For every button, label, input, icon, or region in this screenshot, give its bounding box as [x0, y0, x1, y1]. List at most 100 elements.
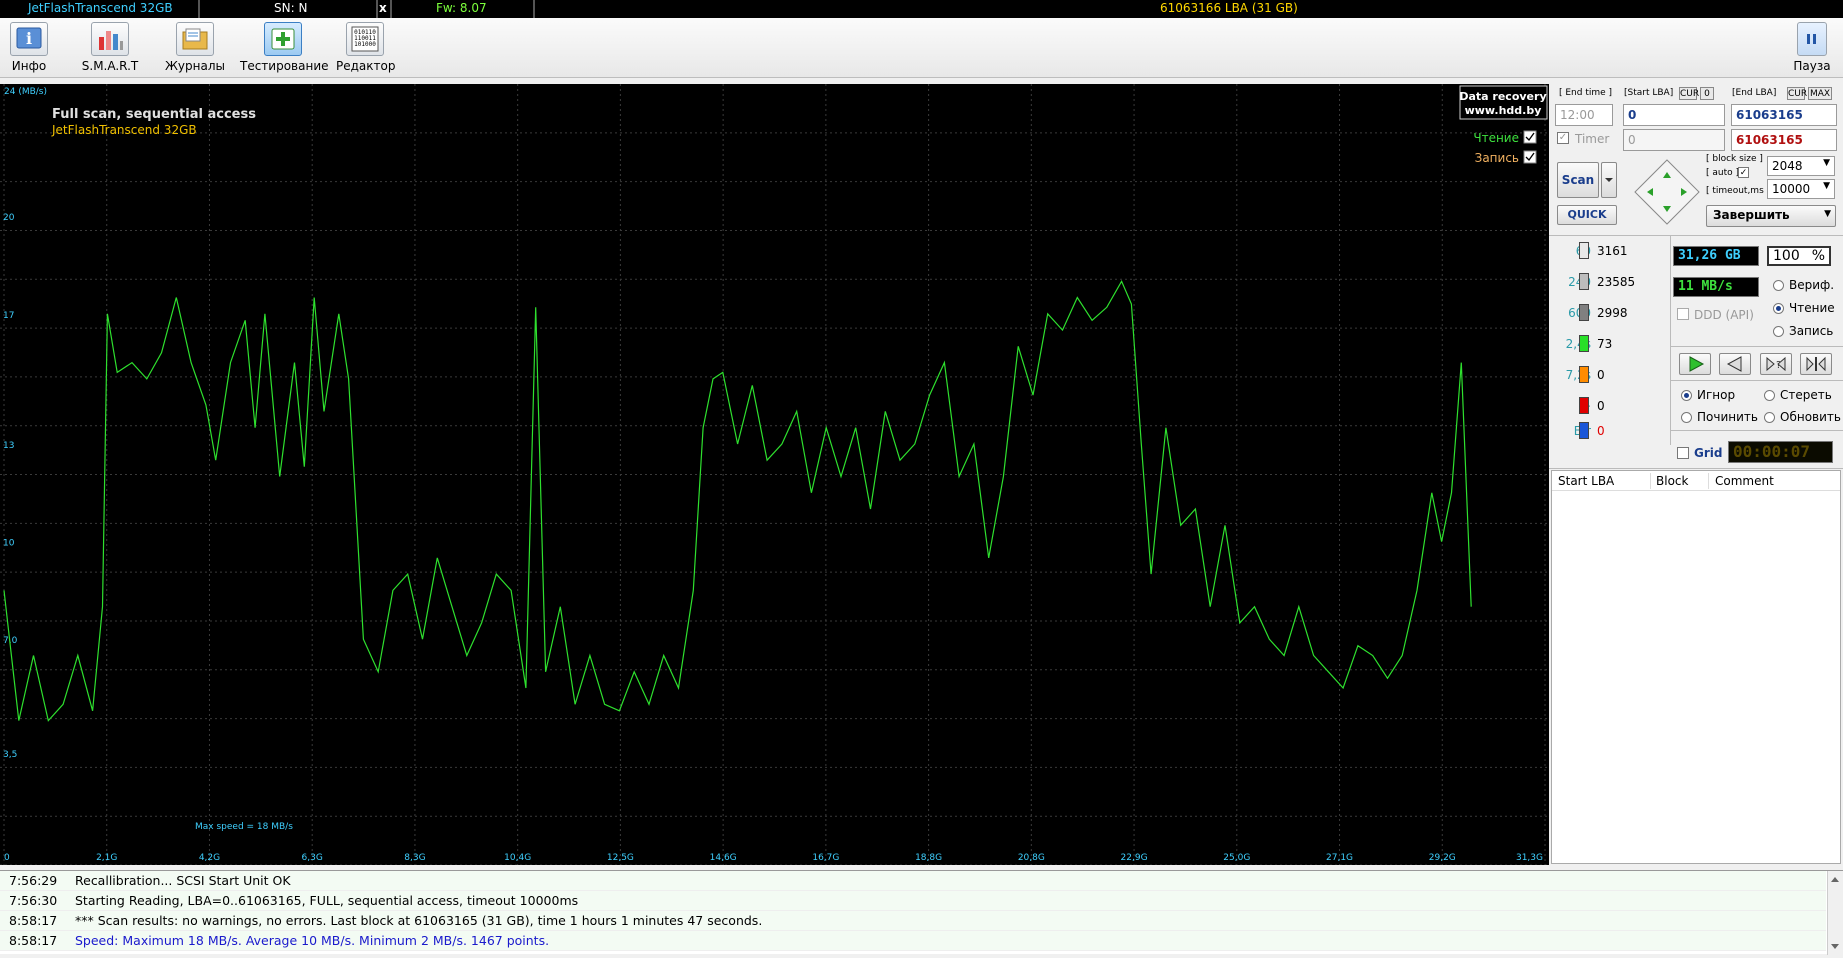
repair-label: Починить: [1697, 410, 1758, 424]
x-tick-label: 25,0G: [1223, 853, 1250, 863]
logs-folder-icon: [176, 22, 214, 56]
refresh-label: Обновить: [1780, 410, 1841, 424]
y-tick-label: 13: [3, 441, 14, 451]
ddd-api-checkbox[interactable]: [1677, 308, 1689, 320]
end-lba-max-button[interactable]: MAX: [1808, 87, 1832, 100]
end-lba-current: 61063165: [1731, 129, 1837, 151]
timer-input[interactable]: 0: [1623, 129, 1725, 151]
mode-verify-radio[interactable]: [1773, 280, 1784, 291]
info-button[interactable]: i Инфо: [5, 22, 53, 76]
col-comment[interactable]: Comment: [1715, 474, 1774, 488]
start-lba-input[interactable]: 0: [1623, 104, 1725, 126]
stat-count: 23585: [1597, 275, 1636, 289]
x-tick-label: 20,8G: [1018, 853, 1045, 863]
direction-pad[interactable]: [1633, 158, 1701, 226]
stat-row: 24023585: [1549, 271, 1669, 293]
end-lba-value: 61063165: [1736, 108, 1803, 122]
stat-row: 603161: [1549, 240, 1669, 262]
percent-display: 100%: [1767, 246, 1831, 266]
end-lba-input[interactable]: 61063165: [1731, 104, 1837, 126]
timeout-label: [ timeout,ms ]: [1706, 186, 1771, 196]
graph-title: Full scan, sequential access: [52, 107, 256, 122]
col-start-lba[interactable]: Start LBA: [1558, 474, 1614, 488]
refresh-radio[interactable]: [1764, 412, 1775, 423]
firmware-version: Fw: 8.07: [436, 1, 487, 15]
x-tick-label: 18,8G: [915, 853, 942, 863]
svg-text:101000: 101000: [354, 41, 376, 48]
close-x[interactable]: x: [379, 1, 387, 15]
log-entry: 7:56:29 Recallibration... SCSI Start Unit…: [0, 871, 1826, 891]
log-scrollbar[interactable]: [1827, 871, 1843, 955]
auto-checkbox[interactable]: ✓: [1738, 167, 1749, 178]
smart-button[interactable]: S.M.A.R.T: [80, 22, 140, 76]
chevron-down-icon: ▼: [1823, 158, 1830, 168]
x-tick-label: 12,5G: [607, 853, 634, 863]
scan-dropdown-button[interactable]: [1601, 162, 1617, 198]
ignore-radio[interactable]: [1681, 390, 1692, 401]
x-tick-label: 4,2G: [199, 853, 220, 863]
start-lba-cur-button[interactable]: CUR: [1679, 87, 1699, 100]
logs-label: Журналы: [165, 59, 225, 73]
x-tick-label: 10,4G: [504, 853, 531, 863]
y-tick-label: 20: [3, 213, 15, 223]
stat-color-swatch: [1579, 304, 1589, 321]
col-block[interactable]: Block: [1656, 474, 1688, 488]
info-label: Инфо: [11, 59, 47, 73]
quick-button[interactable]: QUICK: [1557, 205, 1617, 225]
mode-write-radio[interactable]: [1773, 326, 1784, 337]
x-tick-label: 2,1G: [96, 853, 117, 863]
speed-graph: 24 (MB/s) 20 17 13 10 7,0 3,5 0 2,1G 4,2G 6,3G 8,…: [0, 84, 1549, 865]
stat-row: 6002998: [1549, 302, 1669, 324]
read-speed-line: [3, 279, 1472, 722]
end-lba-label: [End LBA]: [1732, 88, 1777, 98]
play-button[interactable]: [1679, 353, 1711, 375]
timeout-select[interactable]: 10000 ▼: [1767, 179, 1835, 199]
timer-value: 0: [1628, 133, 1636, 147]
start-lba-label: [Start LBA]: [1624, 88, 1674, 98]
legend-read-checkbox[interactable]: [1523, 130, 1537, 144]
editor-button[interactable]: 010110 110011 101000 Редактор: [336, 22, 395, 76]
stat-count: 2998: [1597, 306, 1628, 320]
scan-button[interactable]: Scan: [1557, 162, 1599, 198]
log-entry: 8:58:17 Speed: Maximum 18 MB/s. Average 1…: [0, 931, 1826, 951]
repair-radio[interactable]: [1681, 412, 1692, 423]
mode-write-label: Запись: [1789, 324, 1834, 338]
stat-count: 0: [1597, 424, 1605, 438]
grid-checkbox[interactable]: [1677, 447, 1689, 459]
erase-label: Стереть: [1780, 388, 1832, 402]
y-tick-label: 3,5: [3, 750, 17, 760]
block-size-label: [ block size ]: [1706, 154, 1763, 164]
skip-button[interactable]: ?: [1760, 353, 1792, 375]
chevron-down-icon: ▼: [1823, 181, 1830, 191]
log-message: Recallibration... SCSI Start Unit OK: [75, 873, 291, 888]
stat-row: >0: [1549, 395, 1669, 417]
logs-button[interactable]: Журналы: [164, 22, 226, 76]
finish-action-select[interactable]: Завершить ▼: [1706, 205, 1836, 227]
log-time: 7:56:30: [9, 893, 58, 908]
end-button[interactable]: [1800, 353, 1832, 375]
x-tick-label: 29,2G: [1429, 853, 1456, 863]
x-tick-label: 14,6G: [710, 853, 737, 863]
end-time-value: 12:00: [1560, 108, 1595, 122]
x-tick-label: 8,3G: [404, 853, 425, 863]
watermark-line1: Data recovery: [1459, 90, 1546, 103]
smart-chart-icon: [91, 22, 129, 56]
defects-table[interactable]: Start LBA Block Comment: [1551, 470, 1841, 864]
erase-radio[interactable]: [1764, 390, 1775, 401]
pause-button[interactable]: Пауза: [1790, 22, 1834, 76]
testing-button[interactable]: Тестирование: [240, 22, 329, 76]
end-lba-cur-button[interactable]: CUR: [1787, 87, 1807, 100]
scanned-size-display: 31,26 GB: [1673, 246, 1759, 266]
pause-label: Пауза: [1793, 59, 1831, 73]
block-size-select[interactable]: 2048 ▼: [1767, 156, 1835, 176]
start-lba-zero-button[interactable]: 0: [1700, 87, 1714, 100]
mode-read-radio[interactable]: [1773, 303, 1784, 314]
legend-write-checkbox[interactable]: [1523, 150, 1537, 164]
back-button[interactable]: [1719, 353, 1751, 375]
timer-checkbox[interactable]: ✓: [1557, 132, 1569, 144]
x-tick-label: 27,1G: [1326, 853, 1353, 863]
event-log[interactable]: 7:56:29 Recallibration... SCSI Start Unit…: [0, 870, 1843, 955]
end-time-input[interactable]: 12:00: [1555, 104, 1613, 126]
chevron-down-icon: ▼: [1824, 209, 1831, 219]
editor-binary-icon: 010110 110011 101000: [346, 22, 384, 56]
